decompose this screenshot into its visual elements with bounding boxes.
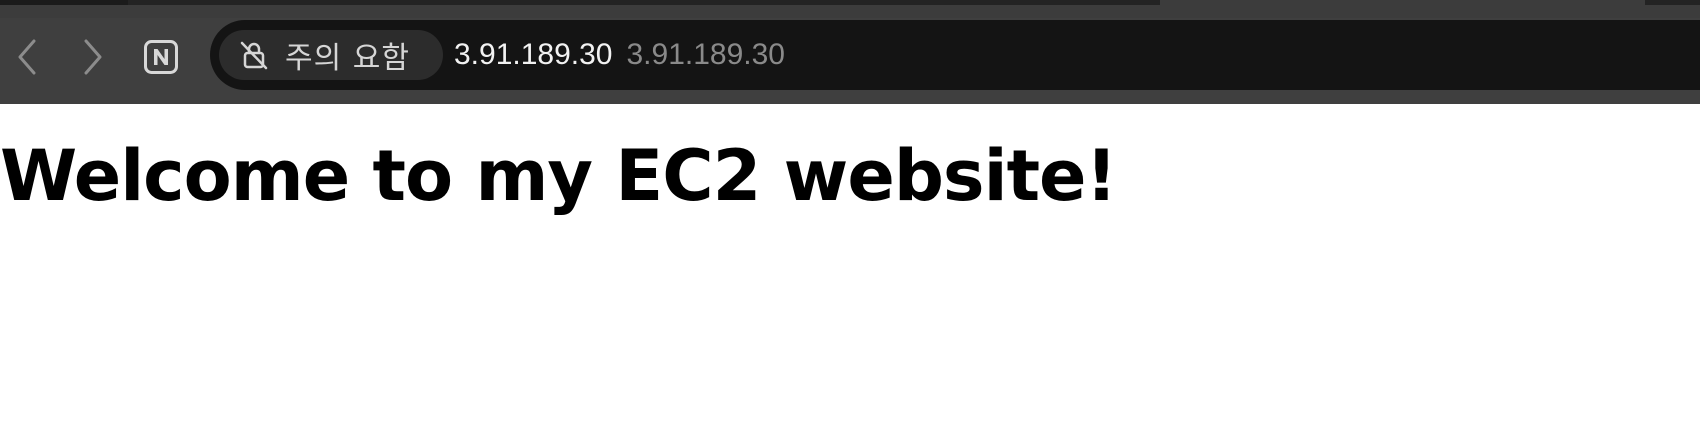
address-bar[interactable]: 주의 요함 3.91.189.30 3.91.189.30 bbox=[210, 20, 1700, 90]
tab-strip bbox=[0, 0, 1700, 18]
chevron-left-icon bbox=[18, 39, 36, 75]
security-status-label: 주의 요함 bbox=[285, 41, 410, 76]
forward-button[interactable] bbox=[70, 34, 116, 80]
tab-bar-left[interactable] bbox=[0, 0, 1160, 5]
tab-bar-right[interactable] bbox=[1645, 0, 1700, 5]
not-secure-lock-icon bbox=[239, 40, 269, 70]
url-host: 3.91.189.30 bbox=[454, 38, 613, 71]
page-heading: Welcome to my EC2 website! bbox=[0, 135, 1117, 217]
naver-n-icon bbox=[144, 40, 178, 74]
url-field[interactable]: 3.91.189.30 3.91.189.30 bbox=[454, 34, 785, 76]
security-status-chip[interactable]: 주의 요함 bbox=[219, 30, 443, 80]
url-suggestion: 3.91.189.30 bbox=[626, 38, 785, 71]
browser-toolbar: 주의 요함 3.91.189.30 3.91.189.30 bbox=[0, 18, 1700, 104]
chevron-right-icon bbox=[84, 39, 102, 75]
site-icon-button[interactable] bbox=[138, 34, 184, 80]
page-content: Welcome to my EC2 website! bbox=[0, 104, 1700, 431]
back-button[interactable] bbox=[4, 34, 50, 80]
